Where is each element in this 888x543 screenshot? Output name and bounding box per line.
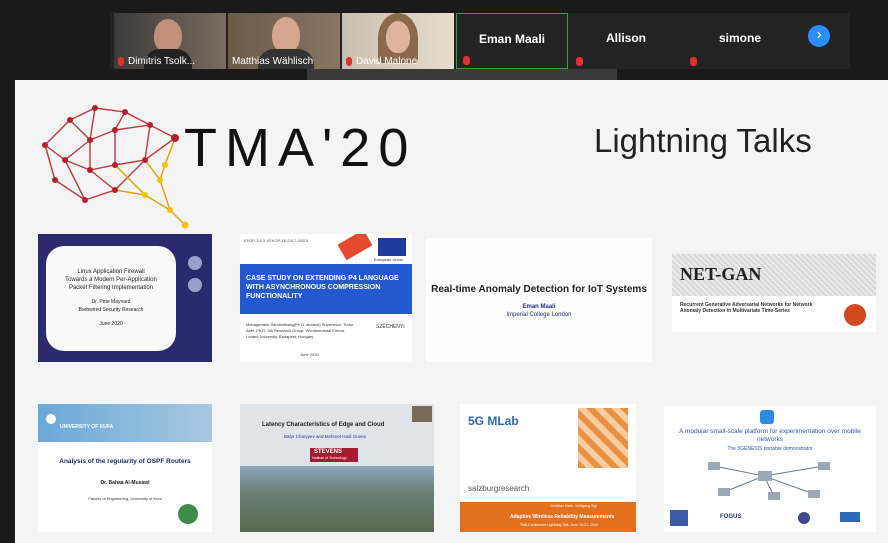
chevron-right-icon[interactable]: › <box>808 25 830 47</box>
partner-logo <box>798 512 810 524</box>
project-logo-icon <box>760 410 774 424</box>
talk-thumbnail: Real-time Anomaly Detection for IoT Syst… <box>426 238 652 362</box>
mic-muted-icon <box>690 57 697 66</box>
participant-face <box>154 19 182 53</box>
university-seal-icon <box>844 304 866 326</box>
participant-video-tile[interactable]: David Malone <box>342 13 454 69</box>
partner-logo <box>840 512 860 522</box>
talk-thumbnail: NET-GAN Recurrent Generative Adversarial… <box>672 254 876 332</box>
slide-title: Lightning Talks <box>594 122 812 159</box>
talk-thumbnail: 5G MLab salzburgresearch Christian Maier… <box>460 404 636 532</box>
speaker-video-inset <box>412 406 432 422</box>
participant-name: Allison <box>605 31 646 45</box>
mic-muted-icon <box>118 56 124 66</box>
participant-name: simone <box>718 31 761 45</box>
participant-face <box>386 21 410 53</box>
talk-thumbnail: UNIVERSITY OF KUFA Analysis of the regul… <box>38 404 212 532</box>
participant-name: David Malone <box>342 56 417 67</box>
participant-name: Matthias Wählisch <box>232 56 314 67</box>
tv-knob-icon <box>188 278 202 292</box>
participant-video-tile[interactable]: Matthias Wählisch <box>228 13 340 69</box>
participant-name-tile[interactable]: Eman Maali <box>456 13 568 69</box>
eu-flag-icon <box>378 238 406 256</box>
talk-thumbnail: EFOP-3.6.3-VEKOP-16-2017-00001 European … <box>240 234 412 362</box>
city-skyline-image <box>240 466 434 532</box>
network-diagram <box>708 462 830 500</box>
pen-icon <box>337 234 373 261</box>
mic-muted-icon <box>576 57 583 66</box>
brain-network-logo <box>42 105 189 229</box>
participant-name: Dimitris Tsolk... <box>114 56 195 67</box>
participant-face <box>272 17 300 53</box>
talk-thumbnail: Latency Characteristics of Edge and Clou… <box>240 404 434 532</box>
cube-graphic <box>578 408 628 468</box>
participant-name-tile[interactable]: Allison <box>570 13 682 69</box>
participant-name: Eman Maali <box>478 32 546 46</box>
university-seal-icon <box>178 504 198 524</box>
talk-thumbnail: Linux Application Firewall Towards a Mode… <box>38 234 212 362</box>
participant-video-tile[interactable]: Dimitris Tsolk... <box>114 13 226 69</box>
mic-muted-icon <box>346 56 352 66</box>
participant-name-tile[interactable]: simone <box>684 13 796 69</box>
talk-thumbnail: A modular small-scale platform for exper… <box>664 406 876 532</box>
university-logo-icon <box>46 414 56 424</box>
tv-knob-icon <box>188 256 202 270</box>
partner-logo <box>670 510 688 526</box>
mic-muted-icon <box>463 56 470 65</box>
conference-logo-text: TMA'20 <box>184 118 417 178</box>
